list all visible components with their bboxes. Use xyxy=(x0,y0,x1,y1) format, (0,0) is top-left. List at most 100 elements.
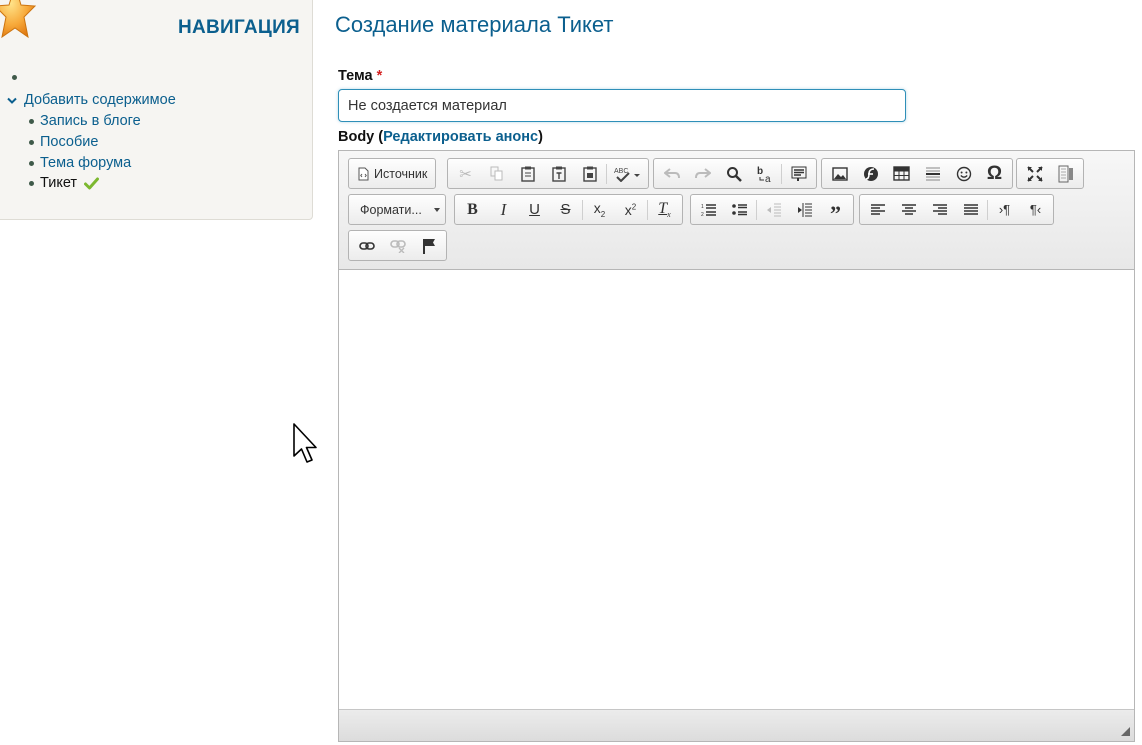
underline-icon: U xyxy=(529,201,540,218)
source-icon xyxy=(358,167,369,180)
separator xyxy=(606,163,607,184)
table-button[interactable] xyxy=(886,160,917,187)
subscript-button[interactable]: x2 xyxy=(584,196,615,223)
format-dropdown[interactable]: Формати... xyxy=(348,194,446,225)
mouse-cursor-icon xyxy=(293,423,317,463)
basic-styles-group: B I U S x2 x2 Tx xyxy=(454,194,683,225)
paste-word-icon xyxy=(582,166,597,182)
flash-button[interactable] xyxy=(855,160,886,187)
replace-icon: ba xyxy=(757,166,771,183)
link-icon xyxy=(358,241,375,250)
sidebar-item-blog-entry[interactable]: Запись в блоге xyxy=(40,113,141,129)
copy-button[interactable] xyxy=(481,160,512,187)
paste-word-button[interactable] xyxy=(574,160,605,187)
bullet xyxy=(29,140,34,145)
replace-button[interactable]: ba xyxy=(749,160,780,187)
maximize-icon xyxy=(1026,165,1043,182)
blockquote-icon: ” xyxy=(830,200,841,226)
smiley-button[interactable] xyxy=(948,160,979,187)
editor-toolbar: Источник ✂ ABC b a Ω Формати... B I U S … xyxy=(339,151,1134,270)
unlink-icon xyxy=(389,239,406,253)
source-button[interactable]: Источник xyxy=(351,160,433,187)
sidebar-item-ticket[interactable]: Тикет xyxy=(40,175,77,191)
indent-icon xyxy=(797,202,812,217)
align-right-button[interactable] xyxy=(924,196,955,223)
find-button[interactable] xyxy=(718,160,749,187)
italic-button[interactable]: I xyxy=(488,196,519,223)
source-button-label: Источник xyxy=(374,166,428,181)
remove-format-button[interactable]: Tx xyxy=(649,196,680,223)
bold-button[interactable]: B xyxy=(457,196,488,223)
cut-button[interactable]: ✂ xyxy=(450,160,481,187)
redo-button[interactable] xyxy=(687,160,718,187)
link-button[interactable] xyxy=(351,232,382,259)
anchor-button[interactable] xyxy=(413,232,444,259)
special-char-icon: Ω xyxy=(986,162,1003,184)
clipboard-group: ✂ ABC xyxy=(447,158,649,189)
body-label-text: Body xyxy=(338,129,375,145)
numbered-list-button[interactable]: 12 xyxy=(693,196,724,223)
checkmark-icon xyxy=(84,177,99,190)
paste-button[interactable] xyxy=(512,160,543,187)
outdent-button[interactable] xyxy=(758,196,789,223)
horizontal-rule-button[interactable] xyxy=(917,160,948,187)
select-all-button[interactable] xyxy=(783,160,814,187)
sidebar-item-add-content[interactable]: Добавить содержимое xyxy=(24,92,176,108)
special-char-button[interactable]: Ω xyxy=(979,160,1010,187)
bulleted-list-button[interactable] xyxy=(724,196,755,223)
select-all-icon xyxy=(791,166,806,181)
cut-icon: ✂ xyxy=(459,165,472,183)
format-dropdown-label: Формати... xyxy=(360,202,422,217)
unlink-button[interactable] xyxy=(382,232,413,259)
justify-icon xyxy=(963,203,978,215)
paste-text-icon xyxy=(551,166,566,182)
superscript-button[interactable]: x2 xyxy=(615,196,646,223)
separator xyxy=(647,199,648,220)
rtl-button[interactable]: ¶‹ xyxy=(1020,196,1051,223)
bullet xyxy=(29,181,34,186)
chevron-down-icon[interactable] xyxy=(7,97,17,105)
spellcheck-button[interactable]: ABC xyxy=(608,160,646,187)
editor-statusbar xyxy=(339,709,1134,741)
align-left-button[interactable] xyxy=(862,196,893,223)
undo-button[interactable] xyxy=(656,160,687,187)
paren-close: ) xyxy=(538,129,543,145)
svg-text:1: 1 xyxy=(701,204,704,210)
paste-text-button[interactable] xyxy=(543,160,574,187)
subject-input[interactable] xyxy=(338,89,906,122)
subject-label: Тема * xyxy=(338,68,382,84)
strike-button[interactable]: S xyxy=(550,196,581,223)
maximize-button[interactable] xyxy=(1019,160,1050,187)
ltr-button[interactable]: ›¶ xyxy=(989,196,1020,223)
indent-button[interactable] xyxy=(789,196,820,223)
links-group xyxy=(348,230,447,261)
rich-text-editor: Источник ✂ ABC b a Ω Формати... B I U S … xyxy=(338,150,1135,742)
redo-icon xyxy=(694,167,711,178)
required-mark: * xyxy=(376,68,383,84)
edit-summary-link[interactable]: Редактировать анонс xyxy=(383,129,538,145)
sidebar-item-guide[interactable]: Пособие xyxy=(40,134,98,150)
subscript-icon: x2 xyxy=(593,200,606,219)
show-blocks-button[interactable] xyxy=(1050,160,1081,187)
strike-icon: S xyxy=(560,201,571,218)
svg-text:b: b xyxy=(757,166,763,177)
remove-format-icon: Tx xyxy=(658,199,671,220)
align-right-icon xyxy=(932,203,947,215)
justify-button[interactable] xyxy=(955,196,986,223)
image-button[interactable] xyxy=(824,160,855,187)
underline-button[interactable]: U xyxy=(519,196,550,223)
horizontal-rule-icon xyxy=(925,167,940,180)
undo-icon xyxy=(663,167,680,178)
bulleted-list-icon xyxy=(731,203,747,215)
outdent-icon xyxy=(766,203,781,216)
align-group: ›¶ ¶‹ xyxy=(859,194,1054,225)
flash-icon xyxy=(863,166,878,181)
body-label: Body (Редактировать анонс) xyxy=(338,129,543,145)
align-center-button[interactable] xyxy=(893,196,924,223)
editor-content-area[interactable] xyxy=(339,270,1134,710)
sidebar-item-forum-topic[interactable]: Тема форума xyxy=(40,155,131,171)
blockquote-button[interactable]: ” xyxy=(820,196,851,226)
show-blocks-icon xyxy=(1058,165,1073,182)
rtl-icon: ¶‹ xyxy=(1029,202,1042,217)
resize-handle-icon[interactable] xyxy=(1120,726,1131,737)
